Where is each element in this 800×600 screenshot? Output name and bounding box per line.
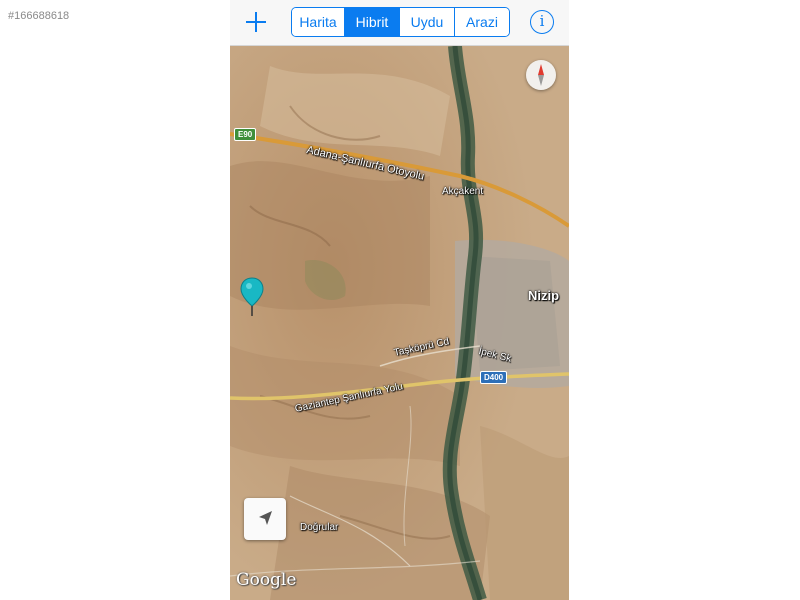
locate-me-button[interactable] xyxy=(244,498,286,540)
map-type-segmented-control: Harita Hibrit Uydu Arazi xyxy=(291,7,510,37)
plus-icon xyxy=(246,12,266,32)
add-button[interactable] xyxy=(242,8,270,36)
label-akcakent: Akçakent xyxy=(442,186,484,197)
location-pin[interactable] xyxy=(239,276,265,318)
tab-uydu[interactable]: Uydu xyxy=(400,8,455,36)
tab-harita[interactable]: Harita xyxy=(292,8,345,36)
map-app-screen: Harita Hibrit Uydu Arazi i E90 D400 Adan… xyxy=(230,0,569,600)
satellite-map[interactable]: E90 D400 Adana-Şanlıurfa Otoyolu Akçaken… xyxy=(230,46,569,600)
tab-arazi[interactable]: Arazi xyxy=(455,8,509,36)
location-arrow-icon xyxy=(259,511,272,525)
label-nizip: Nizip xyxy=(528,288,560,303)
road-badge-e90: E90 xyxy=(234,128,257,141)
map-pin-icon xyxy=(240,277,264,316)
compass-icon xyxy=(538,64,544,86)
tab-hibrit[interactable]: Hibrit xyxy=(345,8,400,36)
map-toolbar: Harita Hibrit Uydu Arazi i xyxy=(230,0,569,46)
road-badge-d400: D400 xyxy=(480,371,508,384)
google-attribution: Google xyxy=(236,570,297,590)
info-button[interactable]: i xyxy=(530,10,554,34)
listing-id: #166688618 xyxy=(8,10,70,22)
compass-button[interactable] xyxy=(526,60,556,90)
info-icon: i xyxy=(539,12,545,30)
label-dogrular: Doğrular xyxy=(300,522,339,533)
